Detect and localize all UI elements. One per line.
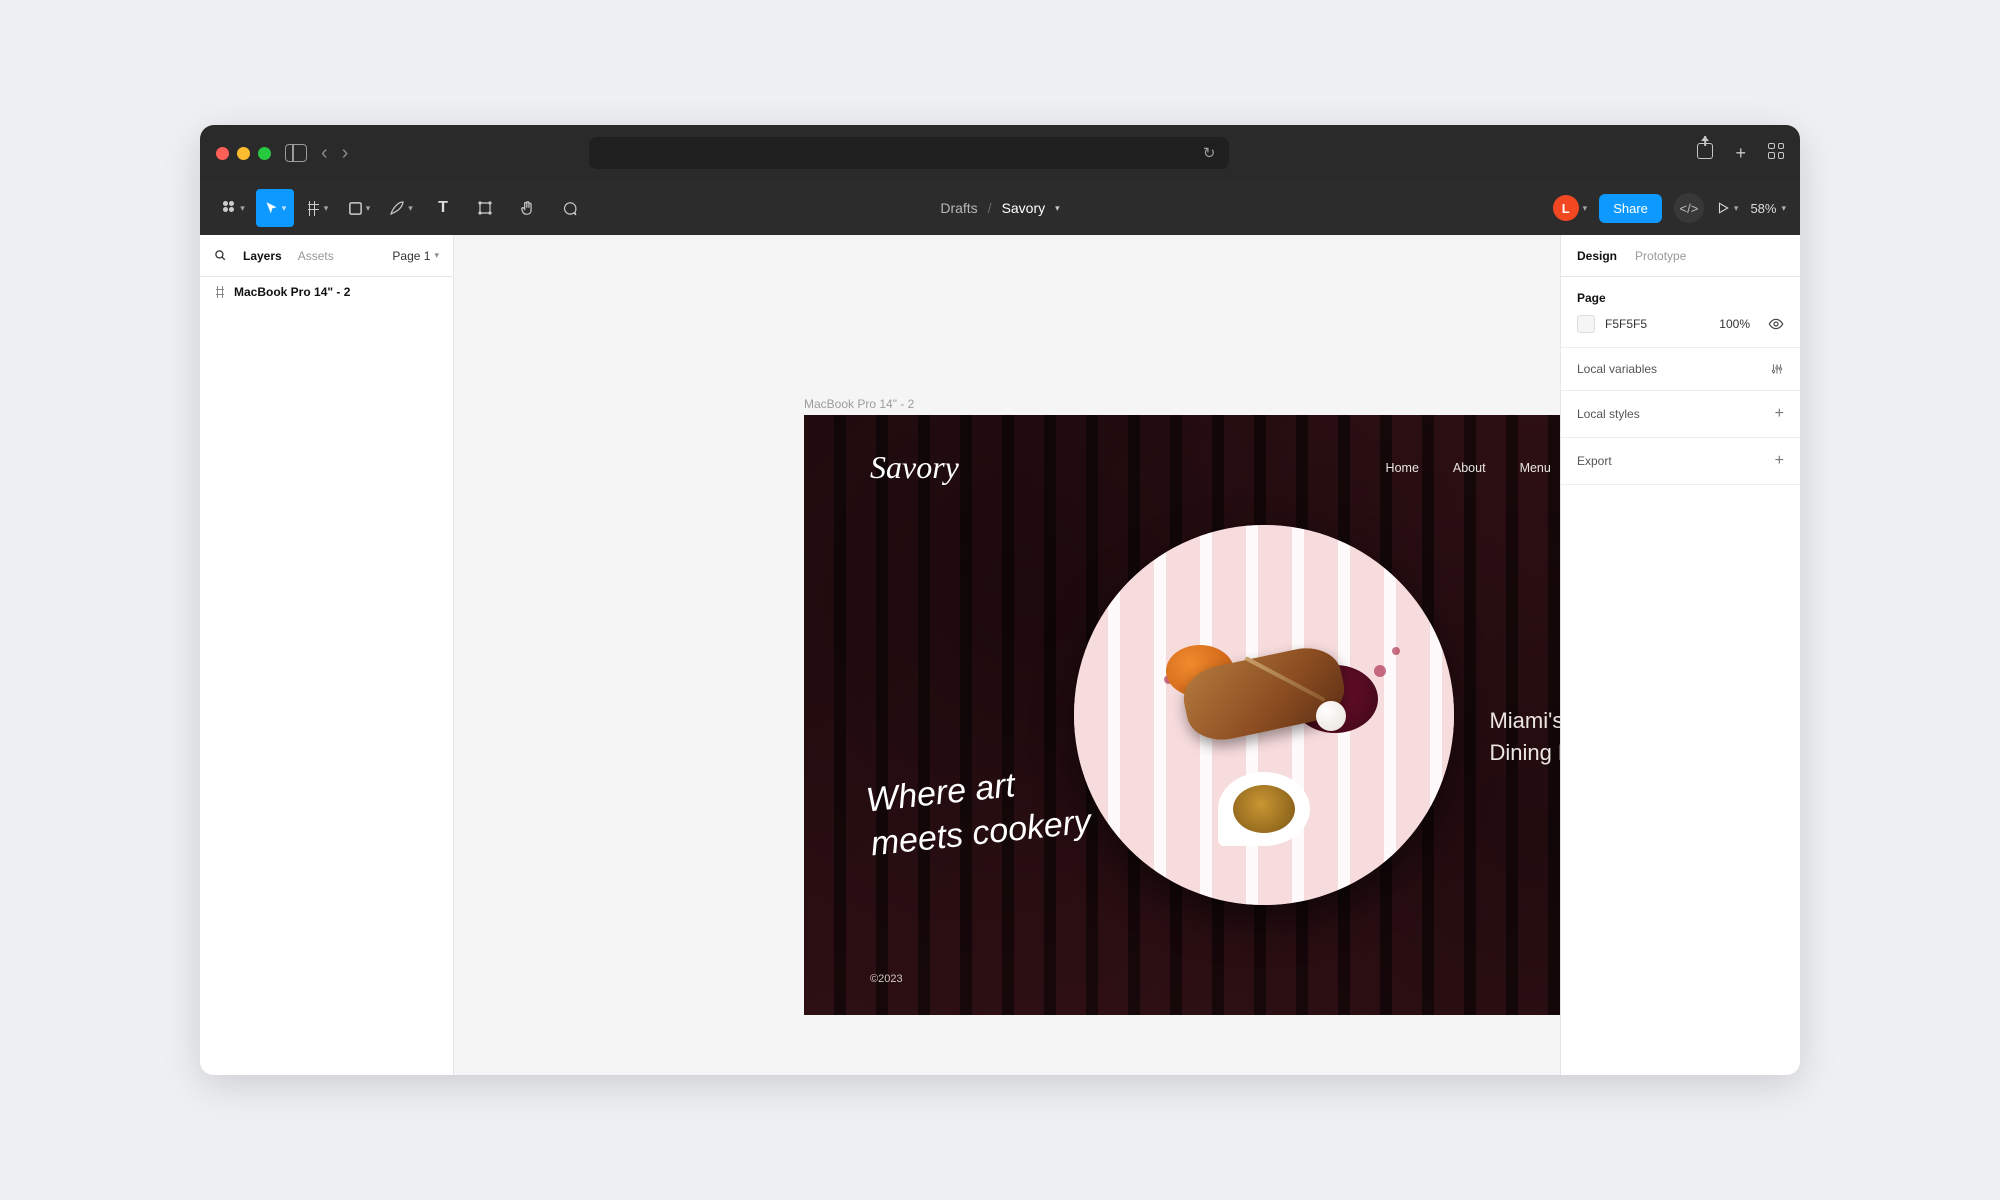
sliders-icon [1770, 362, 1784, 376]
site-header: Savory Home About Menu Book Table [870, 449, 1560, 486]
tab-design[interactable]: Design [1577, 249, 1617, 263]
canvas[interactable]: MacBook Pro 14" - 2 Savory Home About Me… [454, 235, 1560, 1075]
hand-tool[interactable] [508, 189, 546, 227]
nav-forward-icon[interactable]: › [342, 142, 349, 165]
layer-name: MacBook Pro 14" - 2 [234, 285, 350, 299]
reload-icon[interactable]: ↻ [1203, 144, 1216, 162]
page-color-value[interactable]: F5F5F5 [1605, 317, 1647, 331]
document-title[interactable]: Drafts / Savory ▾ [940, 200, 1059, 216]
page-selector[interactable]: Page 1▾ [392, 249, 439, 263]
tabs-grid-icon[interactable] [1768, 143, 1784, 159]
tab-layers[interactable]: Layers [243, 249, 282, 263]
tab-prototype[interactable]: Prototype [1635, 249, 1686, 263]
nav-back-icon[interactable]: ‹ [321, 142, 328, 165]
zoom-level[interactable]: 58%▾ [1750, 201, 1786, 216]
hero-plate-image [1074, 525, 1454, 905]
close-window-icon[interactable] [216, 147, 229, 160]
browser-titlebar: ‹ › ↻ + [200, 125, 1800, 181]
nav-menu: Menu [1520, 461, 1551, 475]
resources-tool[interactable] [466, 189, 504, 227]
tab-assets[interactable]: Assets [298, 249, 334, 263]
page-section: Page F5F5F5 100% [1561, 277, 1800, 348]
folder-name: Drafts [940, 200, 977, 216]
address-bar[interactable]: ↻ [589, 137, 1229, 169]
maximize-window-icon[interactable] [258, 147, 271, 160]
nav-home: Home [1386, 461, 1419, 475]
sidebar-toggle-icon[interactable] [285, 144, 307, 162]
site-logo: Savory [870, 449, 959, 486]
page-color-swatch[interactable] [1577, 315, 1595, 333]
main-menu-icon[interactable]: ▾ [214, 189, 252, 227]
minimize-window-icon[interactable] [237, 147, 250, 160]
frame-label[interactable]: MacBook Pro 14" - 2 [804, 397, 914, 411]
export-row[interactable]: Export + [1561, 438, 1800, 485]
frame-icon [214, 286, 226, 298]
text-tool[interactable]: T [424, 189, 462, 227]
chevron-down-icon[interactable]: ▾ [1055, 203, 1060, 214]
tagline-right: Miami's Premier Dining Destination [1489, 705, 1560, 769]
file-name: Savory [1002, 200, 1046, 216]
share-button[interactable]: Share [1599, 194, 1662, 223]
layer-row[interactable]: MacBook Pro 14" - 2 [200, 277, 453, 307]
search-icon[interactable] [214, 249, 227, 262]
visibility-icon[interactable] [1768, 316, 1784, 332]
local-variables-row[interactable]: Local variables [1561, 348, 1800, 391]
window-controls [216, 147, 271, 160]
frame-tool[interactable]: ▾ [298, 189, 336, 227]
dev-mode-icon[interactable]: </> [1674, 193, 1704, 223]
shape-tool[interactable]: ▾ [340, 189, 378, 227]
app-window: ‹ › ↻ + ▾ ▾ ▾ ▾ [200, 125, 1800, 1075]
comment-tool[interactable] [550, 189, 588, 227]
inspector-panel: Design Prototype Page F5F5F5 100% Local … [1560, 235, 1800, 1075]
plus-icon[interactable]: + [1775, 452, 1784, 470]
page-color-opacity[interactable]: 100% [1719, 317, 1750, 331]
pen-tool[interactable]: ▾ [382, 189, 420, 227]
present-button[interactable]: ▾ [1716, 201, 1739, 215]
copyright: ©2023 [870, 973, 903, 985]
layers-panel: Layers Assets Page 1▾ MacBook Pro 14" - … [200, 235, 454, 1075]
share-up-icon[interactable] [1697, 143, 1713, 159]
new-tab-icon[interactable]: + [1735, 143, 1746, 164]
move-tool[interactable]: ▾ [256, 189, 294, 227]
local-styles-row[interactable]: Local styles + [1561, 391, 1800, 438]
nav-about: About [1453, 461, 1486, 475]
user-avatar[interactable]: L ▾ [1553, 195, 1588, 221]
page-section-title: Page [1577, 291, 1784, 305]
workspace: Layers Assets Page 1▾ MacBook Pro 14" - … [200, 235, 1800, 1075]
artboard[interactable]: Savory Home About Menu Book Table [804, 415, 1560, 1015]
figma-toolbar: ▾ ▾ ▾ ▾ ▾ T [200, 181, 1800, 235]
plus-icon[interactable]: + [1775, 405, 1784, 423]
